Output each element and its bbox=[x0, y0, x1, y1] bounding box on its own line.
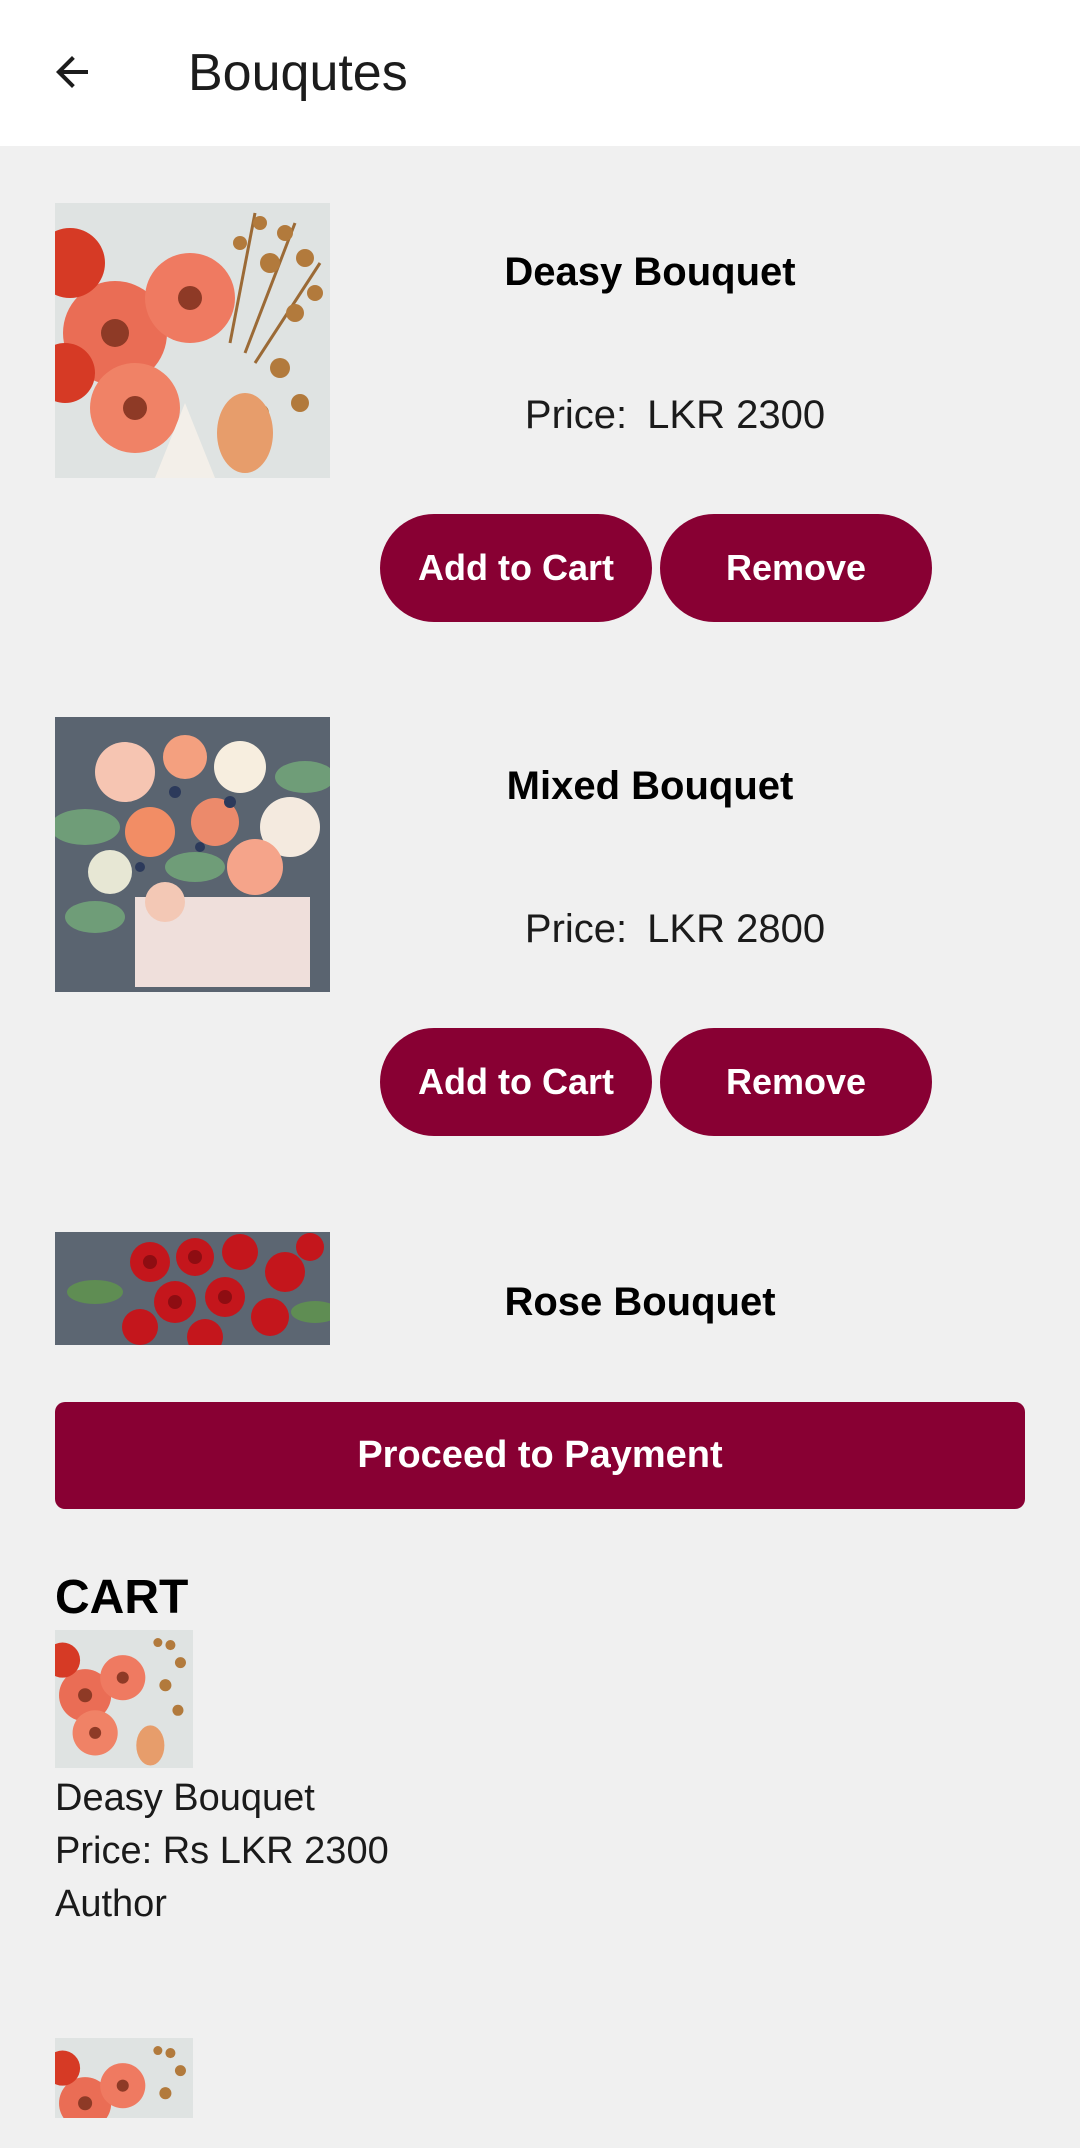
price-label: Price: bbox=[524, 907, 628, 951]
product-name: Deasy Bouquet bbox=[504, 250, 796, 294]
cart-item-image bbox=[55, 1630, 193, 1768]
product-name: Rose Bouquet bbox=[504, 1280, 776, 1324]
product-image bbox=[55, 1232, 330, 1345]
proceed-to-payment-button[interactable]: Proceed to Payment bbox=[55, 1402, 1025, 1509]
cart-item-name: Deasy Bouquet bbox=[55, 1777, 315, 1819]
add-to-cart-button[interactable]: Add to Cart bbox=[380, 514, 652, 622]
remove-button[interactable]: Remove bbox=[660, 1028, 932, 1136]
product-price: Price: LKR 2800 bbox=[350, 907, 1000, 952]
back-button[interactable] bbox=[36, 36, 108, 108]
page-title: Bouqutes bbox=[188, 44, 408, 102]
add-to-cart-button[interactable]: Add to Cart bbox=[380, 1028, 652, 1136]
arrow-left-icon bbox=[56, 56, 88, 88]
price-value: LKR 2300 bbox=[647, 393, 826, 437]
product-image bbox=[55, 717, 330, 992]
remove-button[interactable]: Remove bbox=[660, 514, 932, 622]
product-price: Price: LKR 2300 bbox=[350, 393, 1000, 438]
cart-item-image bbox=[55, 2038, 193, 2118]
app-bar: Bouqutes bbox=[0, 0, 1080, 146]
price-label: Price: bbox=[524, 393, 628, 437]
product-name: Mixed Bouquet bbox=[506, 764, 794, 808]
cart-item-price: Price: Rs LKR 2300 bbox=[55, 1830, 389, 1872]
cart-item-author: Author bbox=[55, 1883, 167, 1925]
price-value: LKR 2800 bbox=[647, 907, 826, 951]
product-image bbox=[55, 203, 330, 478]
cart-heading: CART bbox=[55, 1571, 189, 1624]
